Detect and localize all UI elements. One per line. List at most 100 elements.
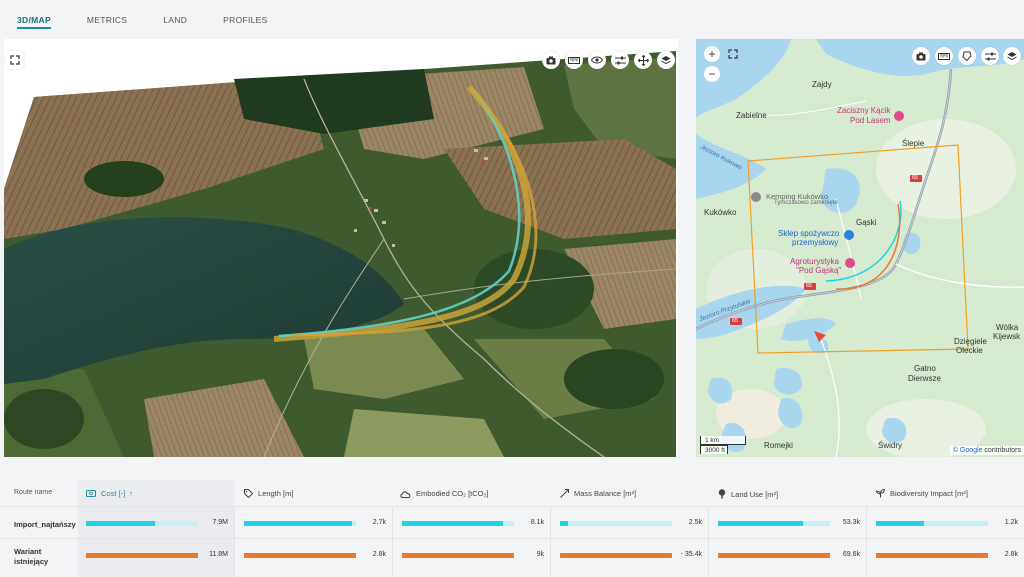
header-land-use[interactable]: Land Use [m²]	[718, 489, 778, 499]
road-shield-65-a: 65	[912, 175, 919, 181]
metric-cell: - 35.4k	[560, 551, 702, 561]
attribution-google: © Google	[952, 447, 983, 454]
header-length[interactable]: Length [m]	[244, 489, 293, 498]
map-3d-view[interactable]	[4, 39, 678, 457]
metric-cell: 2.7k	[244, 519, 386, 529]
route-name-header: Route name	[14, 489, 53, 496]
label-agro-2: "Pod Gąską"	[796, 266, 842, 275]
label-zaciszny-2: Pod Lasem	[850, 116, 891, 125]
camera-button-3d[interactable]	[542, 51, 560, 69]
tag-icon	[244, 489, 253, 498]
label-swidry: Świdry	[878, 441, 903, 450]
settings-button-3d[interactable]	[611, 51, 629, 69]
route-name-cell: Wariant istniejący	[14, 547, 49, 566]
metric-bar-fill	[86, 521, 155, 526]
metric-cell: 2.8k	[244, 551, 386, 561]
metric-value: - 35.4k	[680, 551, 702, 558]
trend-icon	[560, 489, 569, 498]
table-row[interactable]: Import_najtańszy 7.9M 2.7k 8.1k 2.5k 53.3k 1.2…	[0, 506, 1024, 538]
sliders-icon	[984, 52, 996, 60]
ruler-button-3d[interactable]	[565, 51, 583, 69]
metric-value: 9k	[536, 551, 544, 558]
metric-bar-fill	[718, 553, 830, 558]
label-dzieglele-2: Oleckie	[956, 346, 983, 355]
label-gatno-1: Gatno	[914, 364, 936, 373]
table-row[interactable]: Wariant istniejący 11.8M 2.8k 9k - 35.4k 69.6…	[0, 538, 1024, 570]
header-co2[interactable]: Embodied CO₂ [tCO₂]	[400, 489, 489, 498]
fullscreen-button-2d[interactable]	[724, 45, 742, 63]
terrain-3d-render	[4, 51, 677, 457]
zoom-out-button[interactable]: −	[704, 66, 720, 82]
header-land-use-label: Land Use [m²]	[731, 489, 779, 499]
label-agro-1: Agroturystyka	[790, 257, 839, 266]
metric-bar-fill	[876, 521, 924, 526]
header-mass-balance-label: Mass Balance [m³]	[574, 489, 637, 498]
metric-cell: 9k	[402, 551, 544, 561]
metric-cell: 11.8M	[86, 551, 228, 561]
visibility-button-3d[interactable]	[588, 51, 606, 69]
tab-3d-map[interactable]: 3D/MAP	[17, 15, 51, 34]
move-button-3d[interactable]	[634, 51, 652, 69]
metric-value: 8.1k	[530, 519, 544, 526]
settings-button-2d[interactable]	[981, 47, 999, 65]
label-zajdy: Zajdy	[812, 80, 832, 89]
camera-icon	[546, 56, 556, 64]
tab-metrics[interactable]: METRICS	[87, 15, 127, 34]
sort-ascending-icon[interactable]: ↑	[129, 489, 133, 498]
header-cost[interactable]: Cost [-] ↑	[86, 489, 133, 498]
ruler-icon	[938, 52, 950, 60]
header-co2-label: Embodied CO₂ [tCO₂]	[416, 489, 489, 498]
header-biodiversity[interactable]: Biodiversity Impact [m²]	[876, 489, 968, 498]
road-shield-65-b: 65	[806, 283, 813, 289]
metric-bar-fill	[876, 553, 988, 558]
layers-button-3d[interactable]	[657, 51, 675, 69]
metric-bar-fill	[560, 521, 568, 526]
metric-bar-fill	[244, 521, 352, 526]
draw-shape-button-2d[interactable]	[958, 47, 976, 65]
metric-value: 69.6k	[842, 551, 860, 558]
metric-value: 53.3k	[842, 519, 860, 526]
header-biodiversity-label: Biodiversity Impact [m²]	[890, 489, 968, 498]
label-gaski: Gąski	[856, 218, 877, 227]
label-dzieglele-1: Dzięgiele	[954, 337, 987, 346]
expand-icon	[728, 49, 738, 59]
zoom-in-button[interactable]: +	[704, 46, 720, 62]
metric-value: 7.9M	[212, 519, 228, 526]
scale-bar: 1 km 3000 ft	[700, 436, 746, 454]
map-2d-view[interactable]: Zajdy Zabielne Zaciszny Kącik Pod Lasem …	[696, 39, 1024, 457]
layers-icon	[661, 56, 671, 65]
label-gatno-2: Dierwsze	[908, 374, 941, 383]
layers-icon	[1007, 52, 1017, 61]
header-mass-balance[interactable]: Mass Balance [m³]	[560, 489, 636, 498]
camera-button-2d[interactable]	[912, 47, 930, 65]
ruler-button-2d[interactable]	[935, 47, 953, 65]
metric-bar-track	[560, 521, 672, 526]
metrics-table: Route name Cost [-] ↑ Length [m] Embodie…	[0, 480, 1024, 577]
tab-profiles[interactable]: PROFILES	[223, 15, 267, 34]
metric-cell: 2.8k	[876, 551, 1018, 561]
scale-km: 1 km	[700, 436, 746, 445]
top-nav: 3D/MAP METRICS LAND PROFILES	[0, 0, 1024, 34]
layers-button-2d[interactable]	[1003, 47, 1021, 65]
move-icon	[637, 54, 649, 66]
label-zaciszny-1: Zaciszny Kącik	[837, 106, 891, 115]
metric-bar-fill	[244, 553, 356, 558]
label-kukowko: Kukówko	[704, 208, 737, 217]
label-wolka-2: Kijewsk	[993, 332, 1021, 341]
tab-land[interactable]: LAND	[163, 15, 187, 34]
label-sklep-2: przemysłowy	[792, 238, 839, 247]
cloud-icon	[400, 490, 411, 498]
metric-cell: 8.1k	[402, 519, 544, 529]
map-attribution[interactable]: © Google contributors	[949, 446, 1024, 455]
metric-bar-fill	[402, 553, 514, 558]
header-length-label: Length [m]	[258, 489, 294, 498]
eye-icon	[591, 56, 603, 64]
tree-icon	[718, 489, 726, 499]
metric-value: 2.7k	[372, 519, 386, 526]
metric-bar-fill	[718, 521, 803, 526]
fullscreen-button[interactable]	[6, 51, 24, 69]
metric-bar-fill	[402, 521, 503, 526]
metric-bar-fill	[560, 553, 672, 558]
metric-value: 11.8M	[209, 551, 228, 558]
label-zabielne: Zabielne	[736, 111, 767, 120]
